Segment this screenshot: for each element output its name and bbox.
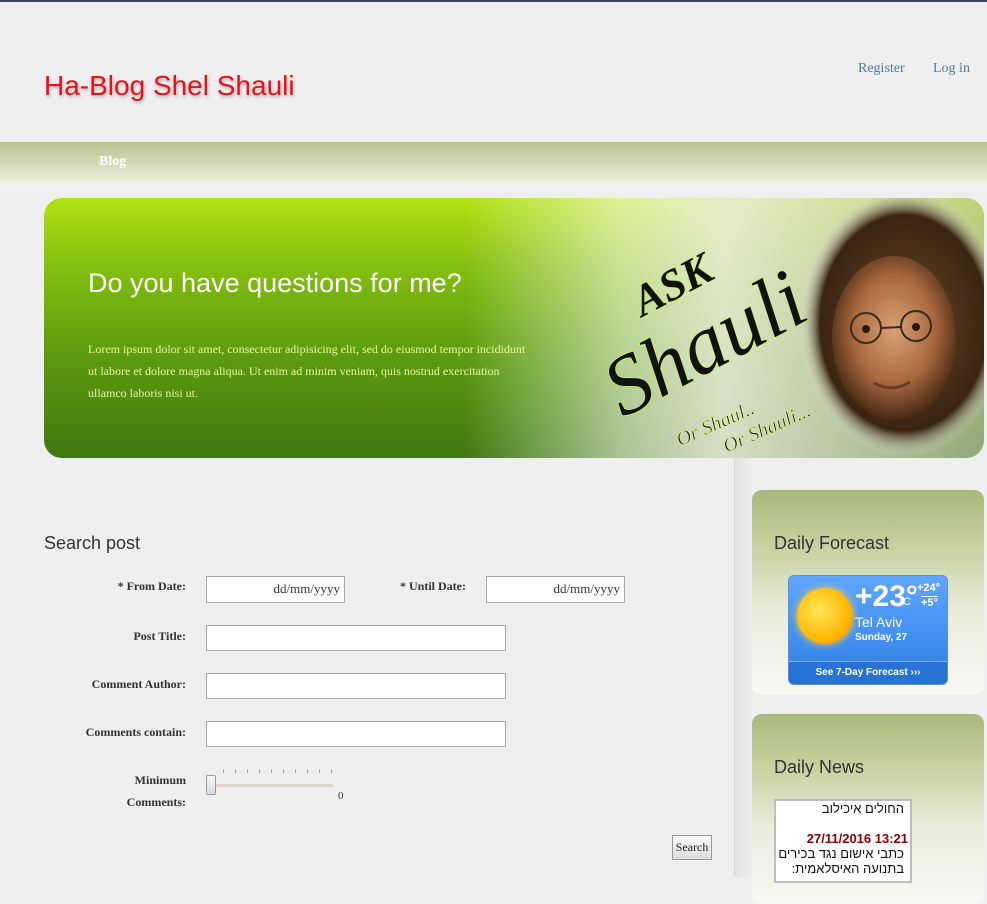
comment-author-label: Comment Author: — [91, 677, 186, 691]
news-widget: Daily News החולים איכילוב 27/11/2016 13:… — [752, 714, 984, 904]
news-line-2: בתנועה האיסלאמית: — [791, 861, 904, 876]
min-comments-slider-track[interactable] — [212, 784, 334, 787]
nav-item-blog[interactable]: Blog — [99, 154, 126, 170]
sun-icon — [797, 588, 853, 644]
register-link[interactable]: Register — [858, 61, 905, 77]
weather-day: Sunday, 27 — [855, 632, 908, 643]
top-border — [0, 0, 987, 2]
news-ticker[interactable]: החולים איכילוב 27/11/2016 13:21 כתבי איש… — [774, 799, 912, 883]
comments-contain-label: Comments contain: — [85, 725, 186, 739]
hero-text: Lorem ipsum dolor sit amet, consectetur … — [88, 342, 526, 400]
post-title-label: Post Title: — [133, 629, 186, 643]
news-headline: החולים איכילוב — [821, 801, 904, 816]
min-comments-label-line1: Minimum — [134, 773, 186, 787]
face-shape — [832, 256, 956, 420]
min-comments-slider-handle[interactable] — [206, 775, 216, 795]
news-line-1: כתבי אישום נגד בכירים — [778, 846, 904, 861]
from-date-input[interactable]: dd/mm/yyyy — [206, 576, 345, 603]
until-date-label: * Until Date: — [400, 579, 466, 593]
min-comments-label-line2: Comments: — [126, 795, 186, 809]
comment-author-input[interactable] — [206, 673, 506, 699]
min-comments-value: 0 — [338, 790, 344, 802]
news-time: 27/11/2016 13:21 — [806, 831, 908, 846]
site-title[interactable]: Ha-Blog Shel Shauli — [44, 70, 295, 102]
hero-banner: Do you have questions for me? Lorem ipsu… — [44, 198, 984, 458]
nav-bar — [0, 142, 987, 186]
hero-title: Do you have questions for me? — [88, 268, 462, 298]
post-title-input[interactable] — [206, 625, 506, 651]
weather-unit: C — [903, 596, 911, 608]
until-date-input[interactable]: dd/mm/yyyy — [486, 576, 625, 603]
weather-city: Tel Aviv — [855, 614, 903, 630]
news-title: Daily News — [774, 757, 865, 777]
weather-panel[interactable]: +23° C +24° +5° Tel Aviv Sunday, 27 See … — [788, 575, 948, 685]
seven-day-forecast-link[interactable]: See 7-Day Forecast ››› — [789, 661, 947, 684]
from-date-label: * From Date: — [117, 579, 186, 593]
weather-low: +5° — [921, 596, 938, 609]
weather-high: +24° — [917, 582, 941, 594]
column-divider — [734, 458, 735, 877]
search-section-title: Search post — [44, 533, 141, 553]
forecast-widget: Daily Forecast +23° C +24° +5° Tel Aviv … — [752, 490, 984, 695]
ask-shauli-image: ASK Shauli Or Shaul.. Or Shauli... — [587, 198, 984, 458]
search-button[interactable]: Search — [672, 835, 712, 860]
comments-contain-input[interactable] — [206, 721, 506, 747]
login-link[interactable]: Log in — [933, 61, 970, 77]
forecast-title: Daily Forecast — [774, 533, 890, 553]
